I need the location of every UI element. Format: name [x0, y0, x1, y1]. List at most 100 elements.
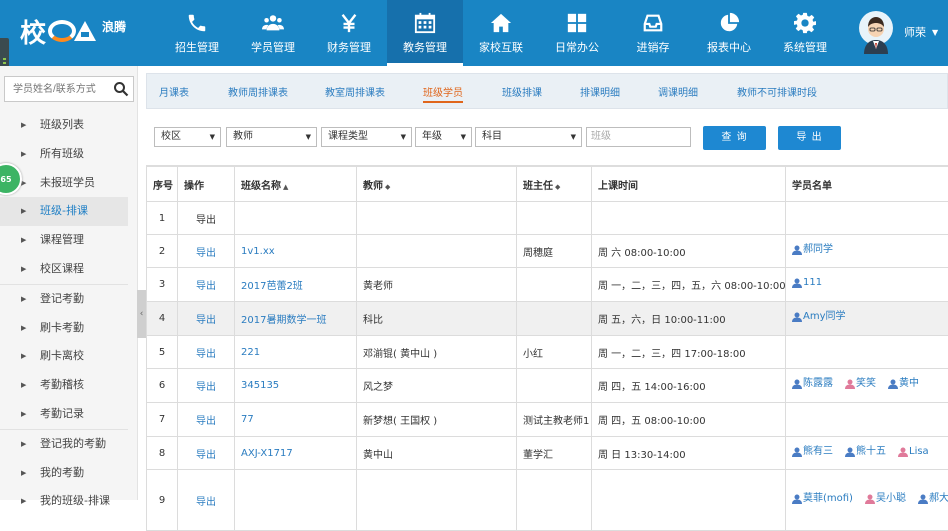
nav-item-finance[interactable]: 财务管理 [311, 0, 387, 66]
col-header-class-name[interactable]: 班级名称▲ [235, 166, 357, 202]
export-link-text[interactable]: 导出 [196, 416, 216, 427]
cell-class-time: 周 一，二，三，四 17:00-18:00 [592, 336, 786, 369]
sidebar-item-my-class-schedule[interactable]: ▶我的班级-排课 [0, 487, 128, 516]
nav-item-inventory[interactable]: 进销存 [615, 0, 691, 66]
student-link[interactable]: 111 [792, 273, 822, 293]
class-name-input[interactable]: 班级 [586, 127, 691, 147]
sidebar-item-register-my-attendance[interactable]: ▶登记我的考勤 [0, 429, 128, 459]
export-link-text[interactable]: 导出 [196, 215, 216, 226]
tab-teacher-weekly[interactable]: 教师周排课表 [228, 84, 288, 99]
export-link-text[interactable]: 导出 [196, 382, 216, 393]
student-link[interactable]: Lisa [898, 442, 929, 462]
class-name-link[interactable]: 221 [241, 347, 260, 358]
cell-class-name[interactable]: 345135 [235, 369, 357, 403]
export-link[interactable]: 导出 [178, 336, 235, 369]
search-input[interactable] [11, 77, 115, 101]
users-icon [262, 12, 284, 34]
search-icon[interactable] [113, 81, 129, 97]
tab-teacher-unavailable[interactable]: 教师不可排课时段 [737, 84, 817, 99]
class-name-link[interactable]: 77 [241, 414, 254, 425]
sidebar-item-class-schedule[interactable]: ▶班级-排课 [0, 197, 128, 226]
cell-class-name[interactable]: AXJ-X1717 [235, 437, 357, 470]
tab-reschedule-details[interactable]: 调课明细 [658, 84, 698, 99]
tab-schedule-details[interactable]: 排课明细 [580, 84, 620, 99]
sidebar-item-course-management[interactable]: ▶课程管理 [0, 226, 128, 255]
nav-item-office[interactable]: 日常办公 [539, 0, 615, 66]
export-link-text[interactable]: 导出 [196, 497, 216, 508]
export-link[interactable]: 导出 [178, 437, 235, 470]
sidebar-item-my-attendance[interactable]: ▶我的考勤 [0, 459, 128, 488]
course-type-select[interactable]: 课程类型▼ [321, 127, 412, 147]
student-link[interactable]: 莫菲(mofi) [792, 489, 853, 509]
nav-item-system[interactable]: 系统管理 [767, 0, 843, 66]
class-name-link[interactable]: 2017暑期数学一班 [241, 315, 326, 326]
export-link[interactable]: 导出 [178, 403, 235, 437]
class-name-link[interactable]: AXJ-X1717 [241, 448, 293, 459]
cell-class-name[interactable]: 2017芭蕾2班 [235, 268, 357, 302]
subject-select[interactable]: 科目▼ [475, 127, 582, 147]
nav-item-enrollment[interactable]: 招生管理 [159, 0, 235, 66]
export-button[interactable]: 导 出 [778, 126, 841, 150]
sidebar-item-all-classes[interactable]: ▶所有班级 [0, 140, 128, 169]
table-row: 8导出AXJ-X1717黄中山董学汇周 日 13:30-14:00熊有三熊十五L… [147, 437, 948, 470]
teacher-select[interactable]: 教师▼ [226, 127, 317, 147]
nav-item-reports[interactable]: 报表中心 [691, 0, 767, 66]
export-link[interactable]: 导出 [178, 202, 235, 235]
export-link[interactable]: 导出 [178, 235, 235, 268]
nav-item-students[interactable]: 学员管理 [235, 0, 311, 66]
export-link-text[interactable]: 导出 [196, 349, 216, 360]
person-icon [792, 312, 802, 322]
class-name-link[interactable]: 345135 [241, 380, 279, 391]
export-link[interactable]: 导出 [178, 470, 235, 531]
export-link-text[interactable]: 导出 [196, 248, 216, 259]
student-link[interactable]: 笑笑 [845, 374, 876, 394]
sidebar-item-register-attendance[interactable]: ▶登记考勤 [0, 284, 128, 314]
cell-class-name[interactable] [235, 202, 357, 235]
student-link[interactable]: 郝大 [918, 489, 948, 509]
app-logo[interactable]: 校 浪腾 [20, 14, 126, 48]
user-menu[interactable]: 师荣 ▼ [858, 10, 938, 54]
col-header-teacher[interactable]: 教师◆ [357, 166, 517, 202]
sidebar-item-attendance-records[interactable]: ▶考勤记录 [0, 400, 128, 429]
sidebar-item-card-attendance[interactable]: ▶刷卡考勤 [0, 314, 128, 343]
student-link[interactable]: 吴小聪 [865, 489, 906, 509]
query-button[interactable]: 查 询 [703, 126, 766, 150]
tab-class-schedule[interactable]: 班级排课 [502, 84, 542, 99]
student-link[interactable]: 陈露露 [792, 374, 833, 394]
export-link[interactable]: 导出 [178, 369, 235, 403]
col-header-head-teacher[interactable]: 班主任◆ [517, 166, 592, 202]
cell-class-name[interactable] [235, 470, 357, 531]
tab-monthly-schedule[interactable]: 月课表 [159, 84, 189, 99]
sidebar-item-campus-courses[interactable]: ▶校区课程 [0, 255, 128, 284]
export-link-text[interactable]: 导出 [196, 450, 216, 461]
export-link[interactable]: 导出 [178, 302, 235, 336]
nav-item-academic[interactable]: 教务管理 [387, 0, 463, 66]
cell-class-name[interactable]: 2017暑期数学一班 [235, 302, 357, 336]
grade-select[interactable]: 年级▼ [415, 127, 472, 147]
student-link[interactable]: 熊十五 [845, 442, 886, 462]
export-link[interactable]: 导出 [178, 268, 235, 302]
class-name-link[interactable]: 1v1.xx [241, 246, 275, 257]
cell-students [786, 403, 948, 437]
export-link-text[interactable]: 导出 [196, 281, 216, 292]
cell-teacher: 邓湔锟( 黄中山 ) [357, 336, 517, 369]
student-link[interactable]: 郝同学 [792, 240, 833, 260]
sidebar-collapse-toggle[interactable]: ‹ [137, 290, 146, 338]
cell-class-name[interactable]: 1v1.xx [235, 235, 357, 268]
sidebar-item-class-list[interactable]: ▶班级列表 [0, 111, 128, 140]
col-header-index: 序号 [147, 166, 178, 202]
nav-item-home-school[interactable]: 家校互联 [463, 0, 539, 66]
export-link-text[interactable]: 导出 [196, 315, 216, 326]
sidebar-item-attendance-audit[interactable]: ▶考勤稽核 [0, 371, 128, 400]
cell-class-name[interactable]: 77 [235, 403, 357, 437]
student-link[interactable]: Amy同学 [792, 307, 846, 327]
table-row: 6导出345135风之梦周 四，五 14:00-16:00陈露露笑笑黄中 [147, 369, 948, 403]
student-link[interactable]: 熊有三 [792, 442, 833, 462]
campus-select[interactable]: 校区▼ [154, 127, 221, 147]
cell-class-name[interactable]: 221 [235, 336, 357, 369]
tab-class-students[interactable]: 班级学员 [423, 84, 463, 103]
student-link[interactable]: 黄中 [888, 374, 919, 394]
sidebar-item-card-leave[interactable]: ▶刷卡离校 [0, 342, 128, 371]
tab-room-weekly[interactable]: 教室周排课表 [325, 84, 385, 99]
class-name-link[interactable]: 2017芭蕾2班 [241, 281, 303, 292]
